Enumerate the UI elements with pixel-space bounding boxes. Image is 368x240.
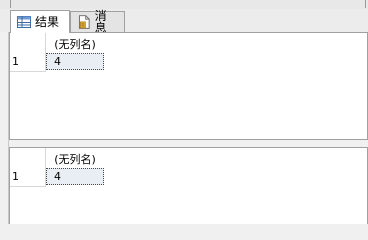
column-header[interactable]: (无列名) <box>46 151 104 167</box>
row-number[interactable]: 1 <box>12 55 42 68</box>
result-cell[interactable]: 4 <box>46 53 104 70</box>
tab-results-label: 结果 <box>35 15 60 29</box>
tab-messages-label: 消息 <box>94 9 107 35</box>
tab-messages[interactable]: 消息 <box>70 9 125 35</box>
row-divider <box>10 186 46 187</box>
result-grid-2: (无列名) 1 4 <box>9 147 368 224</box>
document-icon <box>78 15 90 29</box>
grid-icon <box>17 16 31 28</box>
result-cell[interactable]: 4 <box>46 168 104 185</box>
column-header[interactable]: (无列名) <box>46 36 104 52</box>
row-number[interactable]: 1 <box>12 170 42 183</box>
result-grid-1: (无列名) 1 4 <box>9 32 368 140</box>
results-tab-bar: 结果 消息 <box>0 9 368 35</box>
top-strip-divider <box>10 0 11 8</box>
row-divider <box>10 71 46 72</box>
pane-splitter[interactable] <box>9 140 368 147</box>
top-strip-divider <box>365 0 366 8</box>
left-gutter <box>0 32 9 224</box>
tab-results[interactable]: 结果 <box>10 10 70 33</box>
